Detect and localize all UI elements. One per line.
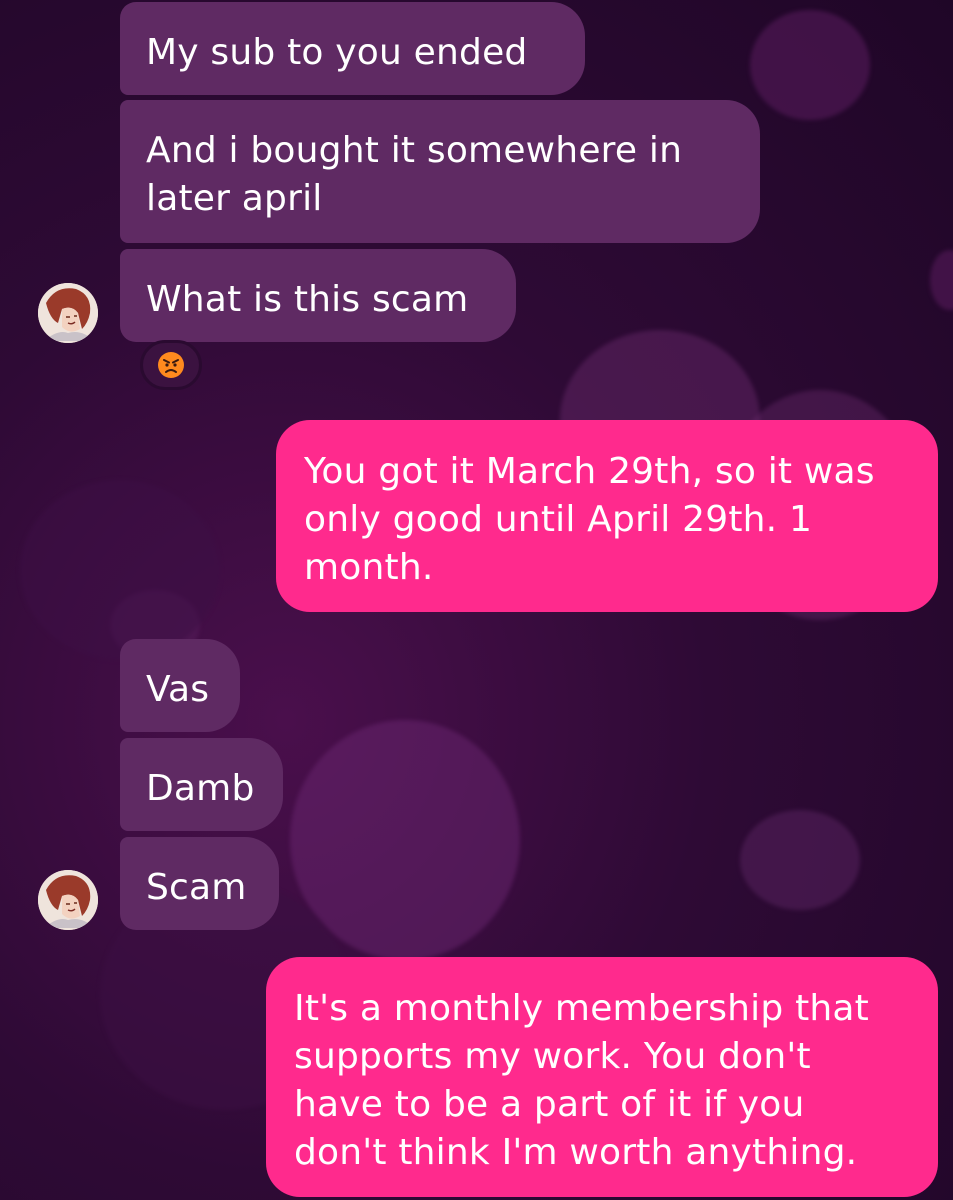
incoming-message[interactable]: My sub to you ended <box>120 2 585 95</box>
incoming-message[interactable]: Damb <box>120 738 283 831</box>
message-text: Damb <box>146 768 255 809</box>
angry-face-icon <box>158 352 184 378</box>
message-text: Vas <box>146 669 210 710</box>
incoming-message[interactable]: And i bought it somewhere in later april <box>120 100 760 243</box>
avatar[interactable] <box>38 283 98 343</box>
message-text: You got it March 29th, so it was only go… <box>304 451 875 588</box>
avatar-image <box>38 283 98 343</box>
message-thread: My sub to you ended And i bought it some… <box>0 0 953 1200</box>
reaction-badge[interactable] <box>140 340 202 390</box>
message-text: And i bought it somewhere in later april <box>146 130 683 219</box>
message-text: Scam <box>146 867 247 908</box>
avatar-image <box>38 870 98 930</box>
incoming-message[interactable]: Scam <box>120 837 279 930</box>
incoming-message[interactable]: Vas <box>120 639 240 732</box>
outgoing-message[interactable]: It's a monthly membership that supports … <box>266 957 938 1197</box>
outgoing-message[interactable]: You got it March 29th, so it was only go… <box>276 420 938 612</box>
message-text: My sub to you ended <box>146 32 528 73</box>
message-text: What is this scam <box>146 279 469 320</box>
avatar[interactable] <box>38 870 98 930</box>
message-text: It's a monthly membership that supports … <box>294 988 869 1173</box>
incoming-message[interactable]: What is this scam <box>120 249 516 342</box>
